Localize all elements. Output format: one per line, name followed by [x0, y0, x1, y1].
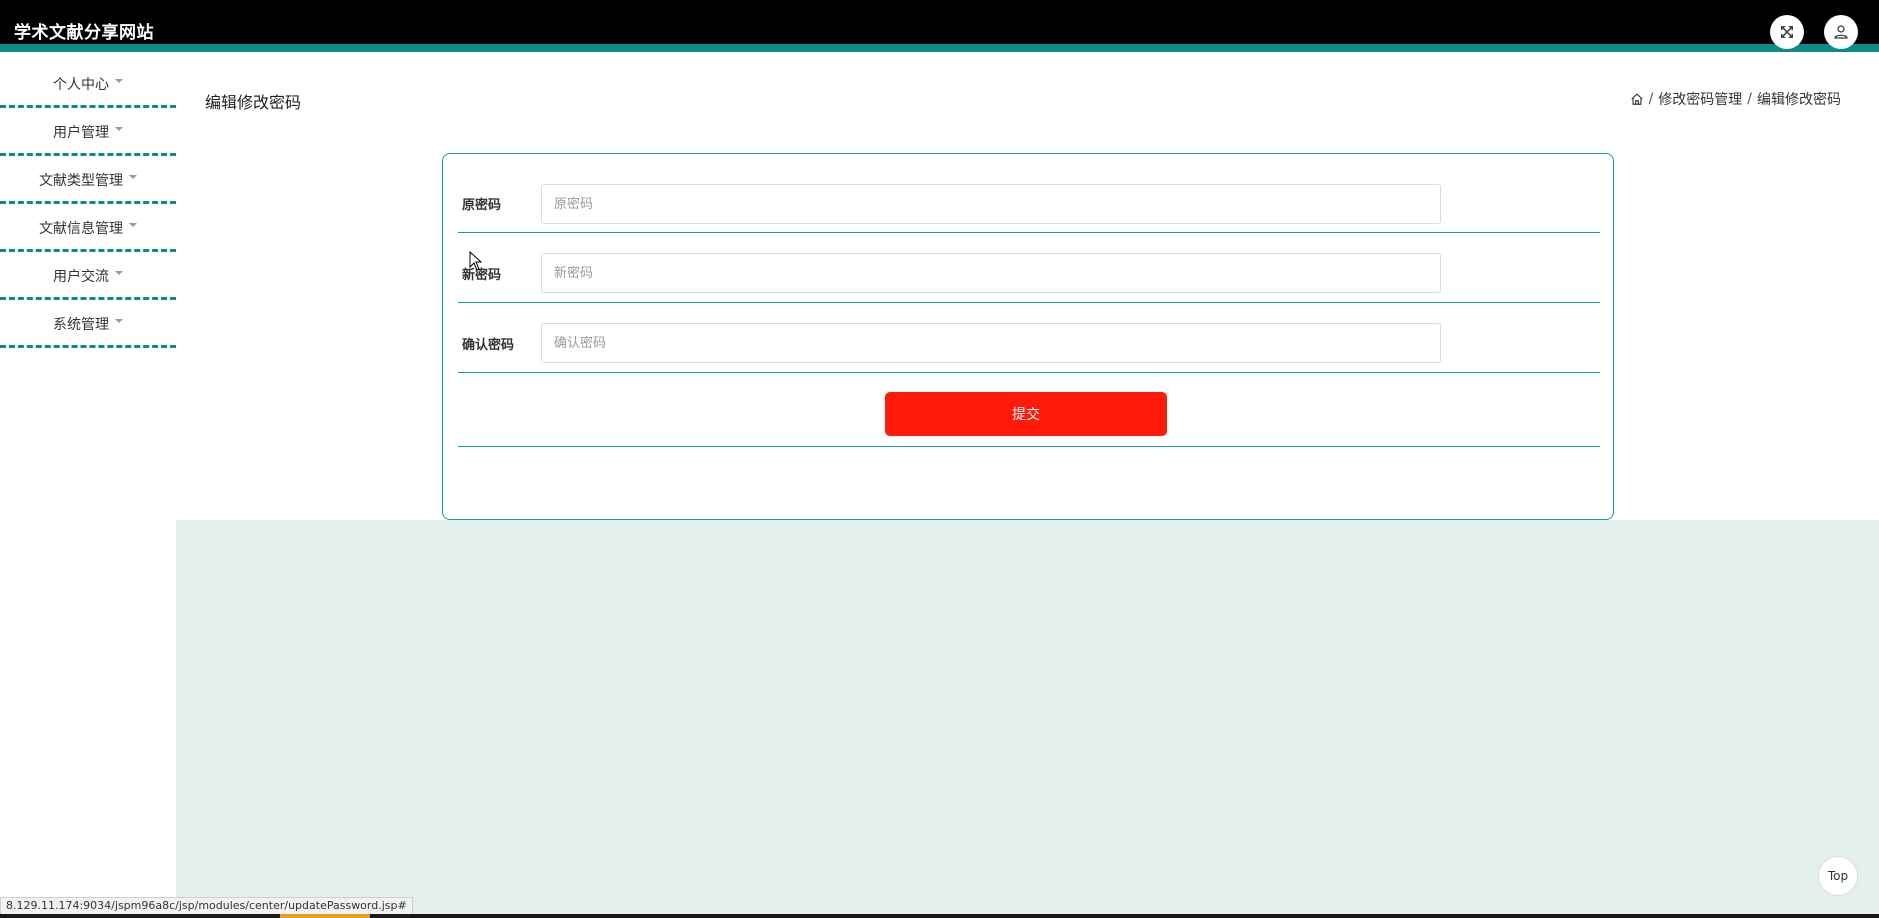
status-bar-url: 8.129.11.174:9034/jspm96a8c/jsp/modules/… — [0, 897, 413, 915]
old-password-label: 原密码 — [462, 198, 502, 213]
change-password-form: 原密码 新密码 确认密码 提交 — [442, 153, 1614, 520]
sidebar-item-user-exchange[interactable]: 用户交流 — [0, 252, 176, 300]
form-row-new-password: 新密码 — [458, 233, 1600, 303]
sidebar-item-label: 文献信息管理 — [39, 220, 123, 237]
user-menu-button[interactable] — [1824, 15, 1858, 49]
user-icon — [1834, 25, 1848, 39]
sidebar-item-label: 个人中心 — [53, 76, 109, 93]
sidebar-item-label: 系统管理 — [53, 316, 109, 333]
sidebar-item-label: 用户交流 — [53, 268, 109, 285]
bottom-edge-accent — [280, 914, 370, 918]
caret-down-icon — [115, 270, 123, 275]
new-password-input[interactable] — [541, 253, 1441, 293]
fullscreen-button[interactable] — [1770, 15, 1804, 49]
breadcrumb-separator: / — [1648, 91, 1654, 107]
home-icon — [1630, 93, 1643, 105]
breadcrumb-home-link[interactable] — [1630, 92, 1644, 106]
breadcrumb-item-edit-password: 编辑修改密码 — [1757, 92, 1841, 108]
breadcrumb: / 修改密码管理 / 编辑修改密码 — [1630, 89, 1841, 109]
sidebar: 个人中心 用户管理 文献类型管理 文献信息管理 用户交流 系统管理 — [0, 60, 176, 348]
back-to-top-button[interactable]: Top — [1818, 856, 1858, 896]
caret-down-icon — [129, 174, 137, 179]
top-header: 学术文献分享网站 — [0, 0, 1879, 52]
form-row-submit: 提交 — [458, 373, 1600, 447]
form-row-old-password: 原密码 — [458, 154, 1600, 233]
caret-down-icon — [115, 318, 123, 323]
expand-icon — [1781, 26, 1793, 38]
sidebar-item-user-management[interactable]: 用户管理 — [0, 108, 176, 156]
mouse-cursor-icon — [469, 251, 483, 271]
submit-button[interactable]: 提交 — [885, 392, 1167, 436]
form-row-confirm-password: 确认密码 — [458, 303, 1600, 373]
old-password-input[interactable] — [541, 184, 1441, 224]
sidebar-item-label: 用户管理 — [53, 124, 109, 141]
confirm-password-input[interactable] — [541, 323, 1441, 363]
site-title: 学术文献分享网站 — [14, 23, 154, 43]
content-background-band — [176, 520, 1879, 918]
breadcrumb-item-password-management[interactable]: 修改密码管理 — [1658, 89, 1742, 109]
sidebar-item-label: 文献类型管理 — [39, 172, 123, 189]
caret-down-icon — [115, 78, 123, 83]
sidebar-item-literature-type-management[interactable]: 文献类型管理 — [0, 156, 176, 204]
caret-down-icon — [115, 126, 123, 131]
caret-down-icon — [129, 222, 137, 227]
page-title: 编辑修改密码 — [205, 93, 302, 112]
breadcrumb-separator: / — [1747, 91, 1752, 107]
sidebar-item-personal-center[interactable]: 个人中心 — [0, 60, 176, 108]
sidebar-item-literature-info-management[interactable]: 文献信息管理 — [0, 204, 176, 252]
sidebar-item-system-management[interactable]: 系统管理 — [0, 300, 176, 348]
confirm-password-label: 确认密码 — [462, 338, 515, 353]
